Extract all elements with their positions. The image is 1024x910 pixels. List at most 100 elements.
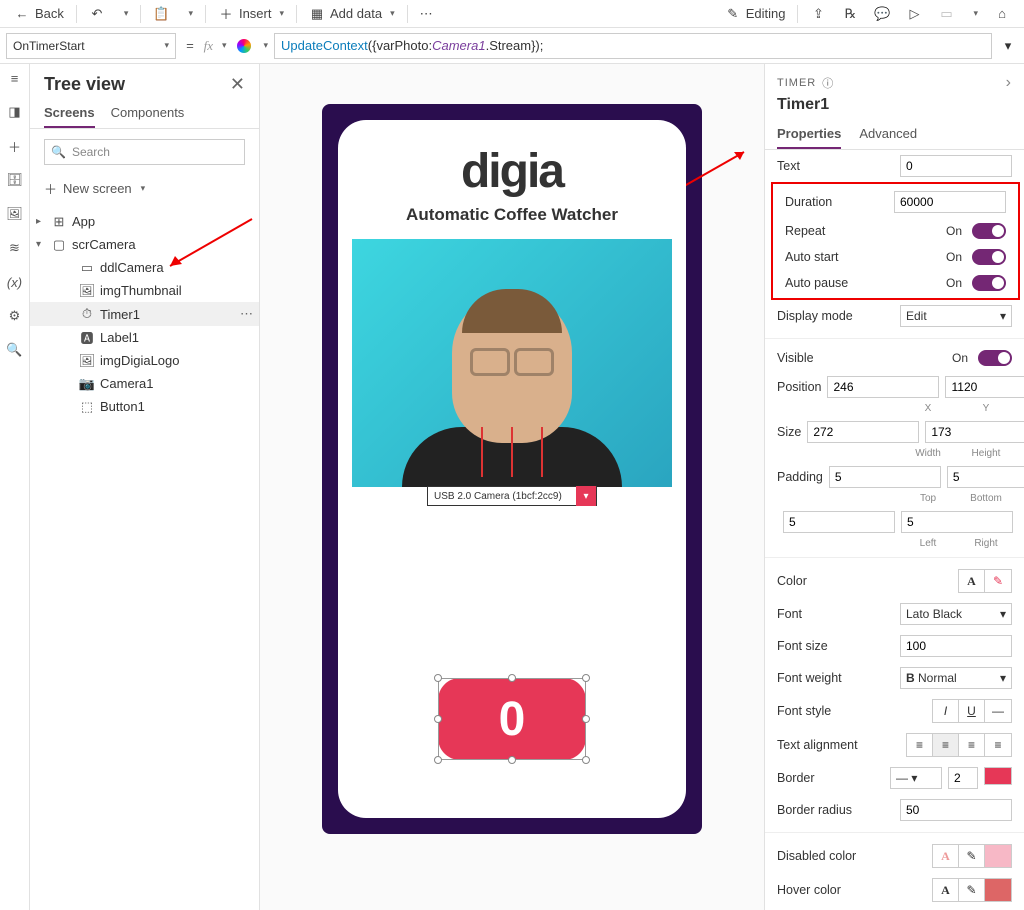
plus-icon: ＋ (44, 179, 57, 198)
prop-autopause-label: Auto pause (785, 276, 940, 290)
save-button[interactable]: ▭ (930, 4, 962, 24)
prop-textalign-label: Text alignment (777, 738, 900, 752)
prop-displaymode-select[interactable]: Edit▾ (900, 305, 1012, 327)
close-icon[interactable]: ✕ (230, 74, 245, 95)
tree-item-ddlcamera[interactable]: ▭ddlCamera (30, 256, 259, 279)
plus-icon[interactable]: ＋ (7, 138, 23, 154)
chevron-down-icon: ▾ (188, 8, 193, 19)
tab-advanced[interactable]: Advanced (859, 120, 917, 149)
tree-item-imgdigialogo[interactable]: 🖼imgDigiaLogo (30, 349, 259, 372)
prop-size-w[interactable] (807, 421, 919, 443)
prop-font-label: Font (777, 607, 894, 621)
prop-fontsize-input[interactable] (900, 635, 1012, 657)
item-more-button[interactable]: ⋯ (240, 306, 253, 322)
button-icon: ⬚ (80, 400, 94, 414)
prop-position-y[interactable] (945, 376, 1024, 398)
prop-autostart-toggle[interactable] (972, 249, 1006, 265)
insert-button[interactable]: ＋Insert▾ (210, 4, 292, 24)
tab-screens[interactable]: Screens (44, 105, 95, 128)
prop-duration-input[interactable] (894, 191, 1006, 213)
prop-padding-top[interactable] (829, 466, 941, 488)
help-icon[interactable]: ⓘ (822, 75, 834, 91)
design-canvas[interactable]: digia Automatic Coffee Watcher USB 2.0 C… (260, 64, 764, 910)
formula-input[interactable]: UpdateContext({varPhoto:Camera1.Stream})… (274, 33, 992, 59)
comments-button[interactable]: 💬 (866, 4, 898, 24)
publish-button[interactable]: ⌂ (986, 4, 1018, 24)
chevron-down-icon: ▾ (1000, 671, 1006, 685)
undo-menu[interactable]: ▾ (113, 6, 137, 21)
tree-item-app[interactable]: ▸⊞App (30, 210, 259, 233)
expand-formula-button[interactable]: ▾ (998, 38, 1018, 54)
timer-control[interactable]: 0 (438, 678, 586, 760)
back-button[interactable]: ←Back (6, 4, 72, 24)
prop-visible-toggle[interactable] (978, 350, 1012, 366)
prop-disabledcolor-picker[interactable]: A✎ (932, 844, 1012, 868)
prop-border-width[interactable] (948, 767, 978, 789)
chevron-right-icon[interactable]: › (1006, 74, 1012, 92)
chevron-down-icon: ▾ (264, 40, 269, 51)
prop-padding-bottom[interactable] (947, 466, 1024, 488)
paste-menu[interactable]: ▾ (177, 6, 201, 21)
image-icon: 🖼 (80, 354, 94, 368)
prop-repeat-toggle[interactable] (972, 223, 1006, 239)
power-icon[interactable]: ≋ (7, 240, 23, 256)
tree-item-screen[interactable]: ▾▢scrCamera (30, 233, 259, 256)
prop-fontweight-select[interactable]: B Normal▾ (900, 667, 1012, 689)
paste-button[interactable]: 📋 (145, 4, 177, 24)
tab-properties[interactable]: Properties (777, 120, 841, 149)
tree-item-imgthumbnail[interactable]: 🖼imgThumbnail (30, 279, 259, 302)
editing-mode[interactable]: ✎Editing (717, 4, 794, 24)
data-icon: ▦ (309, 6, 325, 22)
undo-button[interactable]: ↶ (81, 4, 113, 24)
camera-device-select[interactable]: USB 2.0 Camera (1bcf:2cc9) ▾ (427, 486, 597, 506)
prop-text-input[interactable] (900, 155, 1012, 177)
tree-item-label1[interactable]: 🅰Label1 (30, 326, 259, 349)
prop-size-label: Size (777, 425, 801, 439)
pencil-icon: ✎ (725, 6, 741, 22)
prop-padding-left[interactable] (783, 511, 895, 533)
data-icon[interactable]: 🗄 (7, 172, 23, 188)
formula-bar: OnTimerStart ▾ = fx ▾ ▾ UpdateContext({v… (0, 28, 1024, 64)
settings-icon[interactable]: ⚙ (7, 308, 23, 324)
overflow-button[interactable]: ⋯ (412, 4, 441, 24)
prop-text-label: Text (777, 159, 894, 173)
prop-hovercolor-picker[interactable]: A✎ (932, 878, 1012, 902)
hamburger-icon[interactable]: ≡ (7, 70, 23, 86)
control-name-heading: Timer1 (765, 96, 1024, 120)
chevron-down-icon: ▾ (973, 8, 978, 19)
health-button[interactable]: ℞ (834, 4, 866, 24)
prop-color-picker[interactable]: A✎ (958, 569, 1012, 593)
prop-position-x[interactable] (827, 376, 939, 398)
tree-item-timer1[interactable]: ⏱Timer1⋯ (30, 302, 259, 326)
preview-button[interactable]: ▷ (898, 4, 930, 24)
media-icon[interactable]: 🖼 (7, 206, 23, 222)
tree-item-button1[interactable]: ⬚Button1 (30, 395, 259, 418)
prop-borderradius-input[interactable] (900, 799, 1012, 821)
search-icon: 🔍 (51, 145, 66, 159)
tree-view-panel: Tree view✕ Screens Components 🔍Search ＋N… (30, 64, 260, 910)
tab-components[interactable]: Components (111, 105, 185, 128)
save-icon: ▭ (938, 6, 954, 22)
prop-fontstyle-buttons[interactable]: IU— (932, 699, 1012, 723)
add-data-button[interactable]: ▦Add data▾ (301, 4, 403, 24)
search-icon[interactable]: 🔍 (7, 342, 23, 358)
tree-icon[interactable]: ◨ (7, 104, 23, 120)
prop-border-style[interactable]: — ▾ (890, 767, 942, 789)
variables-icon[interactable]: (x) (7, 274, 23, 290)
prop-border-color[interactable] (984, 767, 1012, 785)
color-wheel-icon[interactable] (237, 39, 251, 53)
prop-textalign-buttons[interactable]: ≡≡≡≡ (906, 733, 1012, 757)
save-menu[interactable]: ▾ (962, 6, 986, 21)
new-screen-button[interactable]: ＋New screen▾ (30, 175, 259, 206)
prop-font-select[interactable]: Lato Black▾ (900, 603, 1012, 625)
share-button[interactable]: ⇪ (802, 4, 834, 24)
prop-size-h[interactable] (925, 421, 1024, 443)
property-selector[interactable]: OnTimerStart ▾ (6, 33, 176, 59)
prop-autopause-toggle[interactable] (972, 275, 1006, 291)
prop-displaymode-label: Display mode (777, 309, 894, 323)
highlighted-properties: Duration RepeatOn Auto startOn Auto paus… (771, 182, 1020, 300)
tree-item-camera1[interactable]: 📷Camera1 (30, 372, 259, 395)
camera-preview[interactable] (352, 239, 672, 487)
tree-search-input[interactable]: 🔍Search (44, 139, 245, 165)
prop-padding-right[interactable] (901, 511, 1013, 533)
